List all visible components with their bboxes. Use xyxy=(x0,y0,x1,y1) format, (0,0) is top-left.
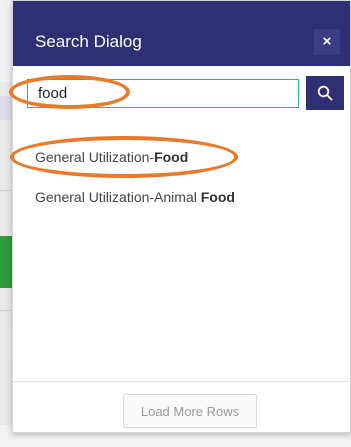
result-match: Food xyxy=(154,149,189,165)
search-button[interactable] xyxy=(306,76,344,110)
dialog-footer: Load More Rows xyxy=(13,381,350,432)
result-prefix: General Utilization-Animal xyxy=(35,189,201,205)
search-icon xyxy=(317,85,333,101)
background-panel xyxy=(0,330,12,360)
close-button[interactable]: × xyxy=(314,29,340,55)
result-item[interactable]: General Utilization-Animal Food xyxy=(35,189,235,205)
search-input[interactable] xyxy=(27,79,299,108)
background-panel xyxy=(0,0,12,82)
close-icon: × xyxy=(322,33,332,50)
background-panel xyxy=(0,236,12,288)
divider xyxy=(0,310,12,311)
dialog-titlebar: Search Dialog × xyxy=(13,1,350,66)
search-dialog: Search Dialog × General Utilization-Food… xyxy=(12,0,351,433)
result-match: Food xyxy=(200,189,235,205)
background-panel xyxy=(0,96,12,120)
load-more-button[interactable]: Load More Rows xyxy=(123,394,257,428)
dialog-title: Search Dialog xyxy=(35,32,142,51)
divider xyxy=(0,190,12,191)
result-prefix: General Utilization- xyxy=(35,149,155,165)
result-item[interactable]: General Utilization-Food xyxy=(35,149,188,165)
